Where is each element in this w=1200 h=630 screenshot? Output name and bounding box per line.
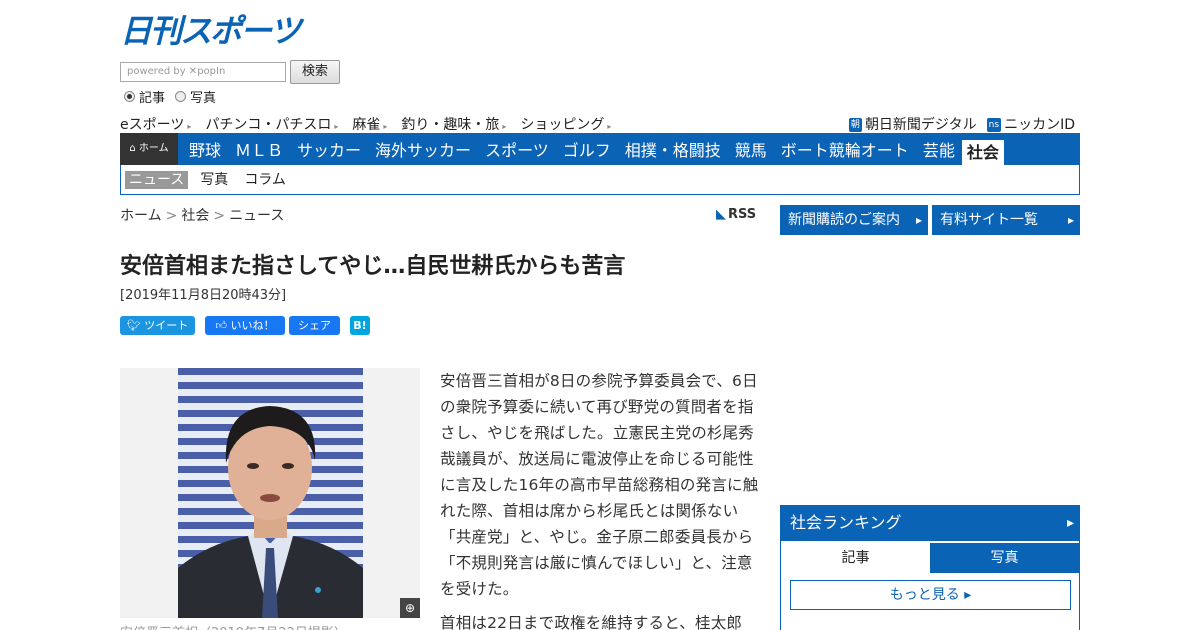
subnav-photos[interactable]: 写真: [196, 171, 232, 189]
main-nav: ⌂ ホーム 野球 ＭＬＢ サッカー 海外サッカー スポーツ ゴルフ 相撲・格闘技…: [120, 133, 1080, 165]
subnav-column[interactable]: コラム: [240, 171, 290, 189]
nav-item-baseball[interactable]: 野球: [182, 133, 228, 165]
ns-badge-icon: ns: [986, 118, 1002, 132]
radio-article-label: 記事: [139, 91, 166, 106]
nav-home[interactable]: ⌂ ホーム: [120, 133, 178, 165]
top-link-pachinko[interactable]: パチンコ・パチスロ ▸: [205, 114, 338, 134]
article-title: 安倍首相また指さしてやじ…自民世耕氏からも苦言: [120, 254, 626, 279]
radio-photo-label: 写真: [190, 91, 217, 106]
hatena-bookmark-button[interactable]: B!: [350, 316, 370, 335]
nav-item-soccer[interactable]: サッカー: [290, 133, 368, 165]
ranking-tab-photos[interactable]: 写真: [930, 543, 1079, 573]
like-button[interactable]: 👍︎ いいね！: [205, 316, 285, 335]
nav-item-world-soccer[interactable]: 海外サッカー: [368, 133, 478, 165]
photo-caption: 安倍晋三首相（2019年7月22日撮影）: [120, 622, 347, 630]
article-photo[interactable]: [178, 368, 363, 618]
article-photo-frame: ⊕: [120, 368, 420, 618]
ranking-panel: 記事 写真 もっと見る ▸: [780, 541, 1080, 630]
share-button[interactable]: シェア: [289, 316, 340, 335]
site-logo[interactable]: 日刊スポーツ: [120, 12, 320, 50]
breadcrumb-home[interactable]: ホーム: [120, 208, 162, 224]
nav-item-sports[interactable]: スポーツ: [478, 133, 556, 165]
article-paragraph: 安倍晋三首相が8日の参院予算委員会で、6日の衆院予算委に続いて再び野党の質問者を…: [440, 372, 759, 598]
tweet-button[interactable]: 🐦︎ ツイート: [120, 316, 195, 335]
breadcrumb: ホーム > 社会 > ニュース: [120, 208, 285, 224]
nav-item-society[interactable]: 社会: [961, 139, 1004, 165]
asahi-badge-icon: 朝: [848, 118, 862, 132]
top-links: eスポーツ ▸ パチンコ・パチスロ ▸ 麻雀 ▸ 釣り・趣味・旅 ▸ ショッピング ▸: [120, 114, 611, 134]
nikkan-id-link[interactable]: ns ニッカンID: [986, 114, 1075, 134]
rss-link[interactable]: ◣ RSS: [716, 207, 756, 222]
paid-sites-button[interactable]: 有料サイト一覧: [932, 205, 1080, 235]
top-link-shopping[interactable]: ショッピング ▸: [520, 114, 611, 134]
search-type-radios: 記事 写真: [124, 87, 216, 106]
ranking-header[interactable]: 社会ランキング: [780, 505, 1080, 541]
radio-article[interactable]: [124, 91, 135, 102]
chevron-right-icon: ▸: [964, 587, 972, 603]
article-body: 安倍晋三首相が8日の参院予算委員会で、6日の衆院予算委に続いて再び野党の質問者を…: [440, 368, 762, 630]
nav-item-mlb[interactable]: ＭＬＢ: [228, 133, 290, 165]
nav-item-horse-racing[interactable]: 競馬: [728, 133, 774, 165]
more-button[interactable]: もっと見る ▸: [790, 580, 1071, 610]
search-input[interactable]: powered by ✕popIn: [120, 62, 286, 82]
home-icon: ⌂: [129, 143, 136, 154]
asahi-digital-link[interactable]: 朝朝日新聞デジタル: [848, 114, 977, 134]
ranking-tab-articles[interactable]: 記事: [781, 543, 930, 573]
twitter-bird-icon: 🐦︎: [126, 319, 141, 332]
subscription-guide-button[interactable]: 新聞購読のご案内: [780, 205, 928, 235]
top-link-mahjong[interactable]: 麻雀 ▸: [352, 114, 387, 134]
article-timestamp: [2019年11月8日20時43分]: [120, 288, 287, 303]
article-paragraph: 首相は22日まで政権を維持すると、桂太郎: [440, 614, 743, 630]
rss-icon: ◣: [716, 207, 726, 222]
partner-links: 朝朝日新聞デジタル ns ニッカンID: [848, 114, 1075, 134]
zoom-icon[interactable]: ⊕: [400, 598, 420, 618]
search-button[interactable]: 検索: [290, 60, 340, 84]
radio-photo[interactable]: [175, 91, 187, 102]
thumbs-up-icon: 👍︎: [215, 319, 228, 332]
nav-item-golf[interactable]: ゴルフ: [556, 133, 618, 165]
sub-nav: ニュース 写真 コラム: [120, 165, 1080, 195]
top-link-esports[interactable]: eスポーツ ▸: [120, 114, 191, 134]
breadcrumb-society[interactable]: 社会: [181, 208, 209, 224]
nav-item-boat[interactable]: ボート競輪オート: [774, 133, 916, 165]
subnav-news[interactable]: ニュース: [125, 170, 189, 189]
nav-item-sumo[interactable]: 相撲・格闘技: [618, 133, 728, 165]
logo-text: 日刊スポーツ: [120, 12, 301, 50]
top-link-fishing[interactable]: 釣り・趣味・旅 ▸: [401, 114, 506, 134]
breadcrumb-news: ニュース: [229, 208, 285, 224]
nav-item-entertainment[interactable]: 芸能: [916, 133, 962, 165]
